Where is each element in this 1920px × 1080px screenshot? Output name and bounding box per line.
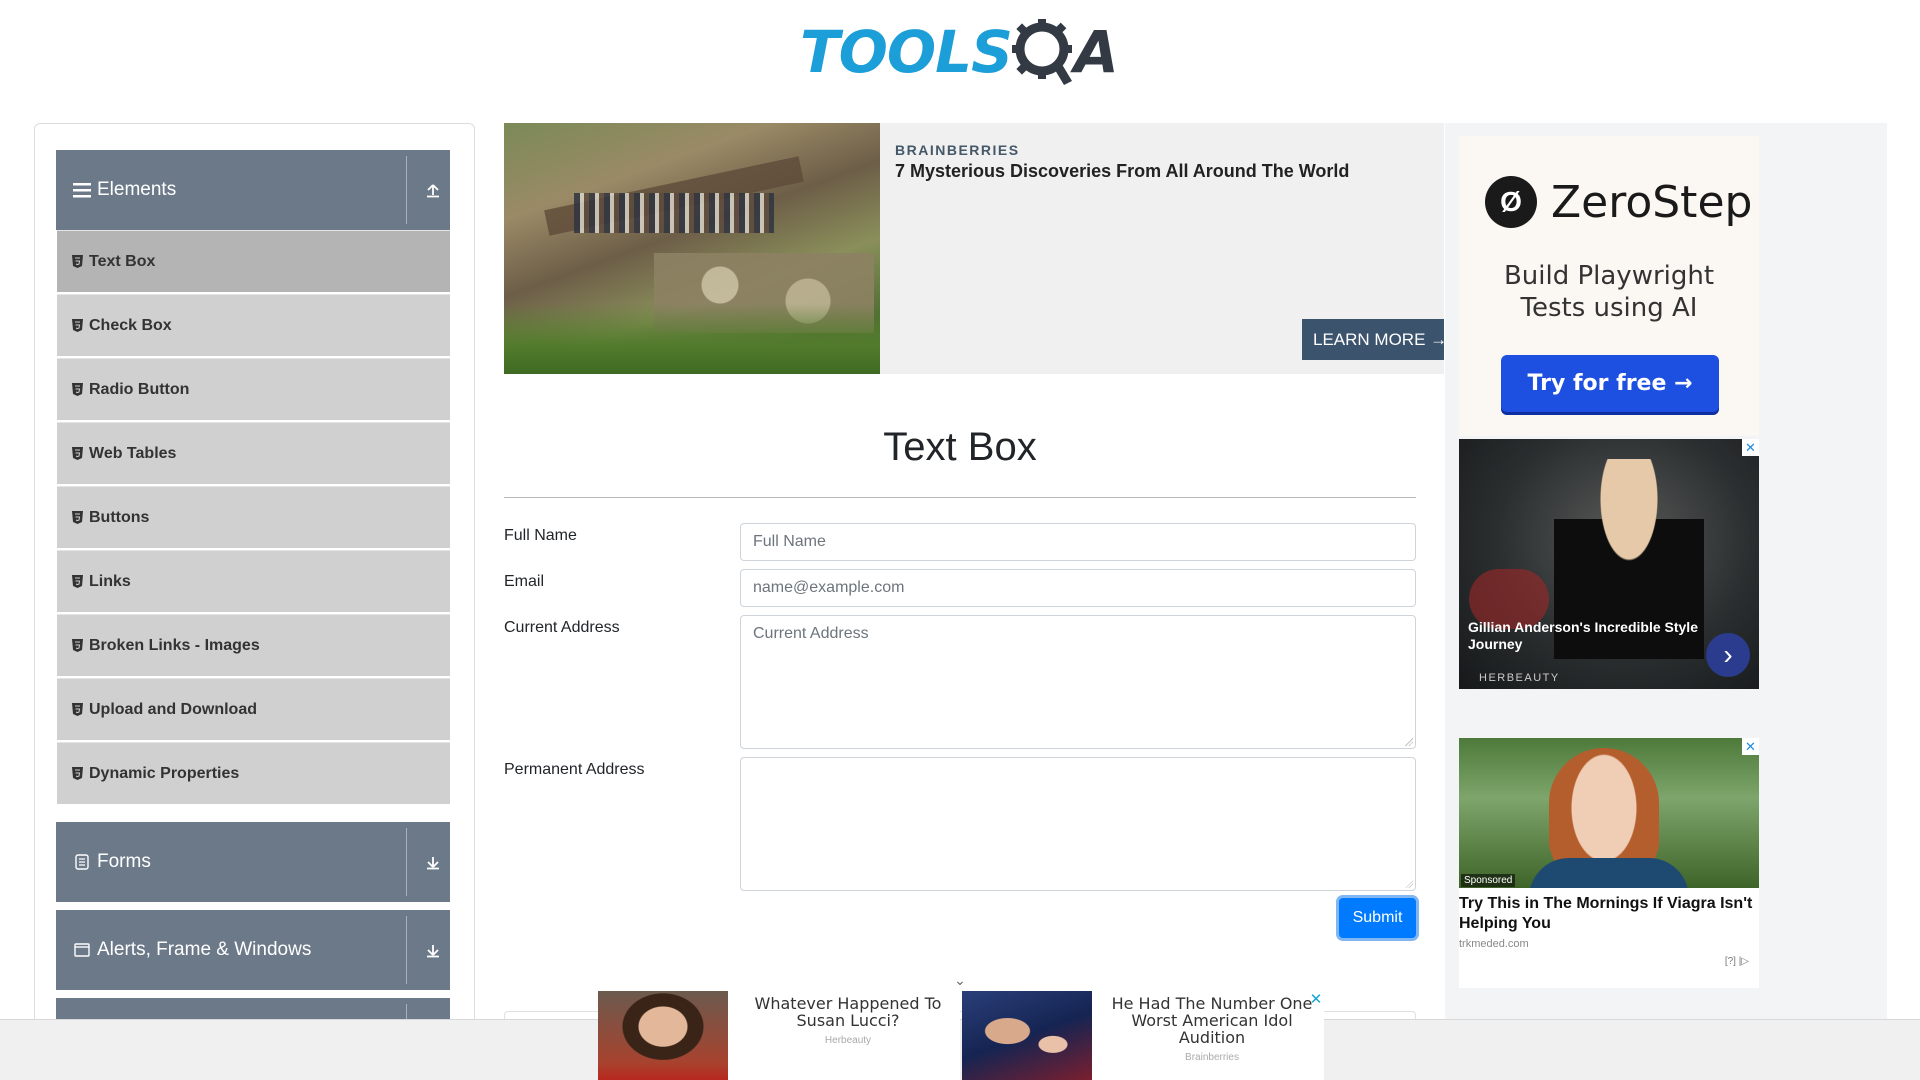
hamburger-icon [73, 181, 91, 199]
ad-title[interactable]: Whatever Happened To Susan Lucci? [738, 995, 958, 1029]
bottom-ad-bar [0, 1019, 1920, 1080]
adchoices-icon[interactable]: [?] |▷ [1725, 956, 1749, 967]
ad-title[interactable]: He Had The Number One Worst American Ido… [1102, 995, 1322, 1046]
sponsored-badge: Sponsored [1461, 874, 1516, 887]
ad-thumbnail [598, 991, 728, 1080]
sidebar-item-label: Check Box [89, 316, 172, 334]
email-label: Email [504, 573, 545, 590]
html5-icon [71, 319, 83, 333]
current-address-label: Current Address [504, 619, 620, 636]
zerostep-logo-icon: Ø [1485, 176, 1537, 228]
window-icon [73, 941, 91, 959]
main-ad-banner[interactable]: BRAINBERRIES 7 Mysterious Discoveries Fr… [504, 123, 1444, 374]
upload-icon[interactable] [416, 150, 450, 230]
ad-source: Brainberries [1185, 1052, 1239, 1063]
html5-icon [71, 703, 83, 717]
zerostep-tagline-line: Build Playwright [1503, 261, 1715, 291]
permanent-address-label: Permanent Address [504, 761, 645, 778]
download-icon[interactable] [416, 822, 450, 902]
sidebar-item-links[interactable]: Links [57, 550, 450, 612]
divider [504, 497, 1416, 498]
sidebar-item-label: Broken Links - Images [89, 636, 260, 654]
html5-icon [71, 383, 83, 397]
resize-handle-icon[interactable] [1405, 738, 1413, 746]
ad-card-sponsored[interactable]: Sponsored ✕ Try This in The Mornings If … [1459, 738, 1759, 988]
sidebar-group-forms[interactable]: Forms [56, 822, 450, 902]
full-name-input[interactable]: Full Name [740, 523, 1416, 561]
group-label: Forms [97, 851, 151, 872]
sidebar-item-upload-download[interactable]: Upload and Download [57, 678, 450, 740]
zerostep-tagline-line: Tests using AI [1520, 293, 1698, 323]
ad-photo [1459, 738, 1759, 888]
bottom-ad-1[interactable]: Whatever Happened To Susan Lucci? Herbea… [598, 991, 960, 1080]
sidebar-group-alerts[interactable]: Alerts, Frame & Windows [56, 910, 450, 990]
html5-icon [71, 639, 83, 653]
sidebar-item-label: Radio Button [89, 380, 190, 398]
group-label: Alerts, Frame & Windows [97, 939, 312, 960]
html5-icon [71, 511, 83, 525]
download-icon[interactable] [416, 910, 450, 990]
divider [406, 828, 407, 896]
sidebar-item-label: Dynamic Properties [89, 764, 240, 782]
ad-card-herbeauty[interactable]: Gillian Anderson's Incredible Style Jour… [1459, 439, 1759, 689]
page-title: Text Box [883, 425, 1037, 469]
sidebar-item-radio-button[interactable]: Radio Button [57, 358, 450, 420]
full-name-label: Full Name [504, 527, 577, 544]
current-address-textarea[interactable]: Current Address [740, 615, 1416, 749]
divider [406, 916, 407, 984]
sidebar-item-label: Buttons [89, 508, 150, 526]
sidebar-item-label: Links [89, 572, 131, 590]
zerostep-ad[interactable]: Ø ZeroStep Build Playwright Tests using … [1459, 136, 1759, 436]
permanent-address-textarea[interactable] [740, 757, 1416, 891]
close-icon[interactable]: ✕ [1742, 738, 1759, 755]
sidebar-item-broken-links[interactable]: Broken Links - Images [57, 614, 450, 676]
zerostep-logo: Ø ZeroStep [1485, 176, 1752, 228]
ad-photo [504, 123, 880, 374]
ad-headline[interactable]: 7 Mysterious Discoveries From All Around… [895, 161, 1349, 182]
sidebar-item-web-tables[interactable]: Web Tables [57, 422, 450, 484]
sidebar-item-buttons[interactable]: Buttons [57, 486, 450, 548]
sidebar-item-label: Upload and Download [89, 700, 257, 718]
close-icon[interactable]: ✕ [1308, 991, 1324, 1008]
ad-thumbnail [962, 991, 1092, 1080]
current-address-placeholder: Current Address [753, 625, 869, 642]
ad-source: Herbeauty [824, 1035, 872, 1046]
ad-brand: HERBEAUTY [1479, 672, 1560, 684]
logo-a-text: A [1073, 18, 1119, 86]
html5-icon [71, 447, 83, 461]
document-icon [73, 853, 91, 871]
toolsqa-logo[interactable]: TOOLS A [800, 14, 1119, 90]
ad-caption[interactable]: Gillian Anderson's Incredible Style Jour… [1468, 619, 1698, 653]
next-arrow-icon[interactable]: › [1706, 633, 1750, 677]
gear-icon [1011, 19, 1072, 85]
sidebar-item-dynamic-properties[interactable]: Dynamic Properties [57, 742, 450, 804]
learn-more-button[interactable]: LEARN MORE → [1302, 319, 1444, 360]
ad-headline[interactable]: Try This in The Mornings If Viagra Isn't… [1459, 894, 1759, 934]
sidebar: Elements Text Box Check Box Radio Button… [34, 123, 475, 1080]
resize-handle-icon[interactable] [1405, 880, 1413, 888]
divider [406, 156, 407, 224]
email-input[interactable]: name@example.com [740, 569, 1416, 607]
zerostep-tagline: Build Playwright Tests using AI [1459, 260, 1759, 324]
logo-tools-text: TOOLS [800, 18, 1013, 86]
close-icon[interactable]: ✕ [1742, 439, 1759, 456]
html5-icon [71, 255, 83, 269]
ad-domain: trkmeded.com [1459, 938, 1529, 950]
try-for-free-button[interactable]: Try for free → [1501, 355, 1719, 412]
zerostep-name: ZeroStep [1551, 176, 1753, 228]
sidebar-item-check-box[interactable]: Check Box [57, 294, 450, 356]
sidebar-group-elements[interactable]: Elements [56, 150, 450, 230]
group-label: Elements [97, 179, 177, 200]
sidebar-item-label: Text Box [89, 252, 156, 270]
sidebar-item-label: Web Tables [89, 444, 177, 462]
bottom-ad-2[interactable]: He Had The Number One Worst American Ido… [962, 991, 1324, 1080]
submit-button[interactable]: Submit [1339, 898, 1416, 938]
html5-icon [71, 767, 83, 781]
logo-qa-text: A [1011, 17, 1119, 87]
chevron-down-icon[interactable]: ⌄ [950, 970, 970, 990]
html5-icon [71, 575, 83, 589]
ad-sponsor: BRAINBERRIES [895, 142, 1020, 158]
sidebar-item-text-box[interactable]: Text Box [57, 230, 450, 292]
